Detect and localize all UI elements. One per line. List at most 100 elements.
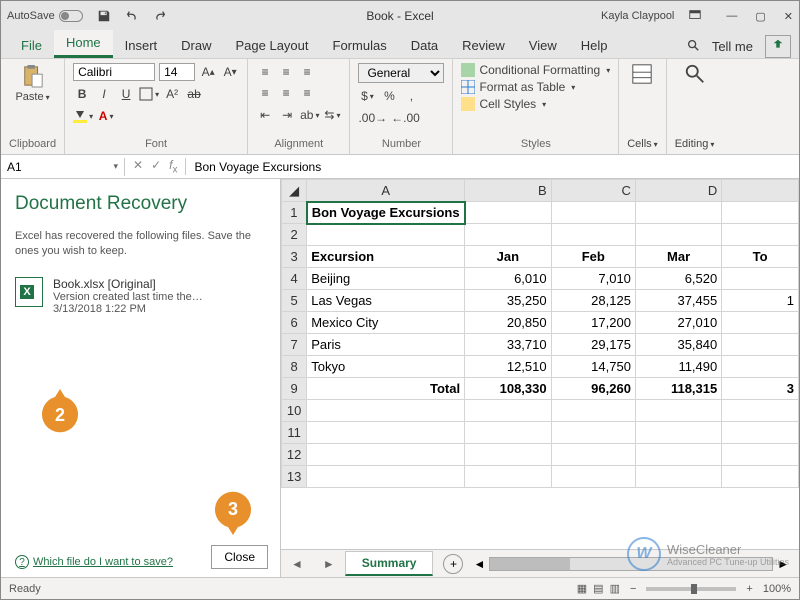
- hdr-excursion[interactable]: Excursion: [307, 246, 465, 268]
- row-header[interactable]: 6: [282, 312, 307, 334]
- percent-icon[interactable]: %: [380, 87, 398, 105]
- row-header[interactable]: 10: [282, 400, 307, 422]
- number-format-select[interactable]: General: [358, 63, 444, 83]
- close-icon[interactable]: ✕: [784, 10, 793, 23]
- cells-label[interactable]: Cells: [627, 138, 657, 150]
- redo-icon[interactable]: [151, 7, 169, 25]
- hdr-mar[interactable]: Mar: [635, 246, 721, 268]
- normal-view-icon[interactable]: ▦: [577, 582, 587, 595]
- row-header[interactable]: 12: [282, 444, 307, 466]
- indent-inc-icon[interactable]: ⇥: [278, 106, 296, 124]
- row-header[interactable]: 4: [282, 268, 307, 290]
- col-header-extra[interactable]: [722, 180, 799, 202]
- scrollbar-thumb[interactable]: [490, 558, 570, 570]
- align-left-icon[interactable]: ≡: [256, 84, 274, 102]
- fx-icon[interactable]: fx: [169, 158, 177, 175]
- tab-data[interactable]: Data: [399, 33, 450, 58]
- tab-review[interactable]: Review: [450, 33, 517, 58]
- total-label[interactable]: Total: [307, 378, 465, 400]
- indent-dec-icon[interactable]: ⇤: [256, 106, 274, 124]
- row-header[interactable]: 13: [282, 466, 307, 488]
- decrease-decimal-icon[interactable]: ←.00: [391, 109, 420, 127]
- share-icon[interactable]: [765, 35, 791, 58]
- sheet-nav-prev-icon[interactable]: ◄: [281, 557, 313, 571]
- select-all-corner[interactable]: ◢: [282, 180, 307, 202]
- increase-decimal-icon[interactable]: .00→: [358, 109, 387, 127]
- page-layout-view-icon[interactable]: ▤: [593, 582, 603, 595]
- ribbon-display-icon[interactable]: [688, 8, 702, 25]
- maximize-icon[interactable]: ▢: [755, 10, 765, 23]
- close-button[interactable]: Close: [211, 545, 268, 569]
- fill-color-icon[interactable]: [73, 107, 93, 125]
- col-header-D[interactable]: D: [635, 180, 721, 202]
- cell-A1[interactable]: Bon Voyage Excursions: [307, 202, 465, 224]
- italic-button[interactable]: I: [95, 85, 113, 103]
- align-middle-icon[interactable]: ≡: [277, 63, 295, 81]
- col-header-B[interactable]: B: [465, 180, 552, 202]
- recovery-item[interactable]: Book.xlsx [Original] Version created las…: [15, 277, 266, 315]
- scroll-right-icon[interactable]: ►: [777, 557, 789, 571]
- hdr-jan[interactable]: Jan: [465, 246, 552, 268]
- grid[interactable]: ◢ A B C D 1Bon Voyage Excursions 2 3Excu…: [281, 179, 799, 488]
- sheet-tab-summary[interactable]: Summary: [345, 551, 434, 576]
- conditional-formatting-button[interactable]: Conditional Formatting: [461, 63, 610, 77]
- undo-icon[interactable]: [123, 7, 141, 25]
- zoom-slider[interactable]: [646, 587, 736, 591]
- row-header[interactable]: 3: [282, 246, 307, 268]
- border-icon[interactable]: [139, 85, 159, 103]
- tab-draw[interactable]: Draw: [169, 33, 223, 58]
- font-size-input[interactable]: [159, 63, 195, 81]
- superscript-icon[interactable]: A²: [163, 85, 181, 103]
- name-box[interactable]: A1▾: [1, 158, 125, 176]
- enter-formula-icon[interactable]: ✓: [151, 158, 161, 175]
- row-header[interactable]: 7: [282, 334, 307, 356]
- cells-icon[interactable]: [631, 63, 653, 85]
- tab-help[interactable]: Help: [569, 33, 620, 58]
- horizontal-scrollbar[interactable]: ◄ ►: [473, 557, 789, 571]
- save-icon[interactable]: [95, 7, 113, 25]
- sheet-nav-next-icon[interactable]: ►: [313, 557, 345, 571]
- comma-icon[interactable]: ,: [402, 87, 420, 105]
- align-bottom-icon[interactable]: ≡: [298, 63, 316, 81]
- format-as-table-button[interactable]: Format as Table: [461, 80, 610, 94]
- cancel-formula-icon[interactable]: ✕: [133, 158, 143, 175]
- zoom-out-icon[interactable]: −: [630, 583, 636, 595]
- add-sheet-icon[interactable]: +: [443, 554, 463, 574]
- row-header[interactable]: 8: [282, 356, 307, 378]
- tab-page-layout[interactable]: Page Layout: [224, 33, 321, 58]
- tab-file[interactable]: File: [9, 33, 54, 58]
- tab-insert[interactable]: Insert: [113, 33, 170, 58]
- row-header[interactable]: 1: [282, 202, 307, 224]
- minimize-icon[interactable]: —: [726, 10, 737, 23]
- align-right-icon[interactable]: ≡: [298, 84, 316, 102]
- row-header[interactable]: 9: [282, 378, 307, 400]
- font-color-icon[interactable]: A: [97, 107, 115, 125]
- shrink-font-icon[interactable]: A▾: [221, 63, 239, 81]
- tab-home[interactable]: Home: [54, 30, 113, 58]
- strike-icon[interactable]: ab: [185, 85, 203, 103]
- zoom-in-icon[interactable]: +: [746, 583, 752, 595]
- page-break-view-icon[interactable]: ▥: [610, 582, 620, 595]
- tab-view[interactable]: View: [517, 33, 569, 58]
- align-center-icon[interactable]: ≡: [277, 84, 295, 102]
- cell[interactable]: Beijing: [307, 268, 465, 290]
- row-header[interactable]: 11: [282, 422, 307, 444]
- hdr-feb[interactable]: Feb: [551, 246, 635, 268]
- cell-styles-button[interactable]: Cell Styles: [461, 97, 610, 111]
- zoom-level[interactable]: 100%: [763, 583, 791, 595]
- font-name-input[interactable]: [73, 63, 155, 81]
- col-header-A[interactable]: A: [307, 180, 465, 202]
- currency-icon[interactable]: $: [358, 87, 376, 105]
- scroll-left-icon[interactable]: ◄: [473, 557, 485, 571]
- editing-icon[interactable]: [684, 63, 706, 85]
- paste-button[interactable]: Paste: [9, 63, 56, 103]
- orientation-icon[interactable]: ab: [300, 106, 319, 124]
- search-icon[interactable]: [686, 38, 700, 55]
- tab-formulas[interactable]: Formulas: [321, 33, 399, 58]
- row-header[interactable]: 5: [282, 290, 307, 312]
- tell-me-label[interactable]: Tell me: [712, 39, 753, 54]
- autosave-toggle[interactable]: AutoSave: [7, 10, 83, 22]
- underline-button[interactable]: U: [117, 85, 135, 103]
- grow-font-icon[interactable]: A▴: [199, 63, 217, 81]
- align-top-icon[interactable]: ≡: [256, 63, 274, 81]
